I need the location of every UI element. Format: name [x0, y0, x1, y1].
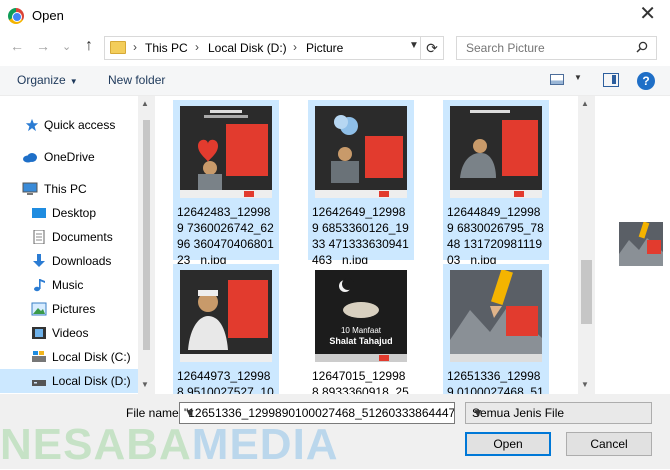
file-tile[interactable]: 12651336_129989 0100027468_5126 03338644…: [443, 264, 549, 394]
sidebar-item-downloads[interactable]: Downloads: [0, 249, 140, 273]
videos-icon: [32, 327, 46, 339]
sidebar-item-label: Local Disk (D:): [52, 374, 131, 388]
file-thumbnail: 10 Manfaat Shalat Tahajud: [315, 270, 407, 362]
forward-button[interactable]: →: [36, 38, 50, 54]
help-icon[interactable]: ?: [637, 72, 655, 90]
download-icon: [33, 254, 45, 267]
sidebar-item-desktop[interactable]: Desktop: [0, 201, 140, 225]
breadcrumb-this-pc[interactable]: This PC: [145, 41, 188, 55]
file-thumbnail: [450, 270, 542, 362]
chrome-icon: [8, 8, 24, 24]
sidebar-item-this-pc[interactable]: This PC: [0, 177, 140, 201]
file-name-label: File name:: [126, 406, 183, 420]
drive-icon: [32, 351, 46, 362]
sidebar-item-label: Local Disk (C:): [52, 350, 131, 364]
change-view-icon[interactable]: [550, 74, 564, 85]
sidebar-item-label: Desktop: [52, 206, 97, 220]
scroll-up-arrow[interactable]: ▲: [141, 99, 149, 108]
sidebar-item-music[interactable]: Music: [0, 273, 140, 297]
sidebar-item-quick-access[interactable]: Quick access: [0, 113, 140, 137]
pictures-icon: [31, 302, 47, 316]
thumbnail-title: 10 Manfaat: [341, 326, 382, 335]
file-name: 12642649_129989 6853360126_1933 47133363…: [312, 205, 409, 267]
chevron-down-icon[interactable]: ▼: [574, 73, 582, 82]
sidebar-item-label: Music: [52, 278, 84, 292]
sidebar-item-local-disk-c[interactable]: Local Disk (C:): [0, 345, 140, 369]
address-bar[interactable]: › This PC › Local Disk (D:) › Picture ▼: [104, 36, 421, 60]
thumbnail-subtitle: Shalat Tahajud: [329, 336, 392, 346]
file-type-select[interactable]: Semua Jenis File ▼: [465, 402, 652, 424]
star-icon: [25, 118, 39, 132]
file-tile[interactable]: 12642483_129989 7360026742_6296 36047040…: [173, 100, 279, 267]
file-tile[interactable]: 10 Manfaat Shalat Tahajud 12647015_12998…: [308, 264, 414, 394]
sidebar-item-local-disk-d[interactable]: Local Disk (D:): [0, 369, 140, 393]
sidebar-item-pictures[interactable]: Pictures: [0, 297, 140, 321]
chevron-down-icon[interactable]: ▼: [409, 40, 419, 51]
file-thumbnail: [315, 106, 407, 198]
sidebar-item-label: OneDrive: [44, 150, 95, 164]
folder-icon: [110, 41, 126, 54]
chevron-down-icon[interactable]: ▼: [184, 406, 196, 420]
sidebar-scroll-thumb[interactable]: [143, 120, 150, 350]
refresh-button[interactable]: ⟳: [421, 36, 444, 60]
scroll-up-arrow[interactable]: ▲: [581, 99, 589, 108]
chevron-right-icon: ›: [195, 40, 199, 54]
preview-image: [619, 222, 663, 266]
sidebar-item-label: Downloads: [52, 254, 112, 268]
open-button[interactable]: Open: [465, 432, 551, 456]
sidebar-item-label: Documents: [52, 230, 113, 244]
recent-locations-button[interactable]: ⌄: [62, 40, 71, 53]
organize-button[interactable]: Organize ▼: [17, 73, 78, 87]
file-name: 12651336_129989 0100027468_5126 03338644…: [447, 369, 544, 394]
sidebar-item-label: Quick access: [44, 118, 116, 132]
chevron-down-icon: ▼: [472, 406, 484, 420]
close-button[interactable]: ✕: [639, 3, 656, 25]
chevron-right-icon: ›: [293, 40, 297, 54]
cancel-button[interactable]: Cancel: [566, 432, 652, 456]
sidebar-item-label: This PC: [44, 182, 87, 196]
file-tile[interactable]: 12642649_129989 6853360126_1933 47133363…: [308, 100, 414, 267]
title-bar: Open ✕: [0, 0, 670, 32]
scroll-down-arrow[interactable]: ▼: [581, 380, 589, 389]
sidebar-item-documents[interactable]: Documents: [0, 225, 140, 249]
music-icon: [34, 279, 45, 292]
file-name-input[interactable]: "12651336_1299890100027468_5126033386444…: [179, 402, 455, 424]
scroll-down-arrow[interactable]: ▼: [141, 380, 149, 389]
search-input[interactable]: [464, 38, 634, 58]
preview-pane-icon[interactable]: [603, 73, 619, 87]
sidebar-item-label: Pictures: [52, 302, 96, 316]
file-name: 12642483_129989 7360026742_6296 36047040…: [177, 205, 274, 267]
breadcrumb-picture[interactable]: Picture: [306, 41, 343, 55]
documents-icon: [33, 230, 45, 244]
window-title: Open: [32, 8, 64, 23]
cloud-icon: [23, 153, 37, 163]
file-list-scroll-thumb[interactable]: [581, 260, 592, 324]
file-name: 12644849_129989 6830026795_7848 13172098…: [447, 205, 544, 267]
file-thumbnail: [180, 270, 272, 362]
chevron-right-icon: ›: [133, 40, 137, 54]
file-name: 12644973_129988 9510027527_1003 68747387…: [177, 369, 274, 394]
file-thumbnail: [180, 106, 272, 198]
file-list-scrollbar[interactable]: [578, 96, 595, 394]
back-button[interactable]: ←: [10, 38, 24, 54]
desktop-icon: [32, 208, 46, 218]
search-icon: [636, 41, 648, 53]
file-thumbnail: [450, 106, 542, 198]
sidebar-item-label: Videos: [52, 326, 89, 340]
file-tile[interactable]: 12644849_129989 6830026795_7848 13172098…: [443, 100, 549, 267]
command-bar: Organize ▼ New folder: [0, 66, 670, 96]
computer-icon: [22, 182, 38, 195]
file-name: 12647015_129988 8933360918_2517 33012460…: [312, 369, 409, 394]
drive-icon: [32, 380, 46, 386]
file-list: 12642483_129989 7360026742_6296 36047040…: [155, 96, 595, 394]
up-folder-button[interactable]: ↑: [85, 37, 93, 55]
sidebar-item-videos[interactable]: Videos: [0, 321, 140, 345]
file-tile[interactable]: 12644973_129988 9510027527_1003 68747387…: [173, 264, 279, 394]
sidebar-item-onedrive[interactable]: OneDrive: [0, 145, 140, 169]
new-folder-button[interactable]: New folder: [108, 73, 165, 87]
breadcrumb-local-disk-d[interactable]: Local Disk (D:): [208, 41, 287, 55]
navigation-pane: Quick access OneDrive This PC Desktop Do…: [0, 96, 155, 394]
search-box[interactable]: [456, 36, 657, 60]
file-name-value: "12651336_1299890100027468_5126033386444…: [184, 406, 455, 420]
